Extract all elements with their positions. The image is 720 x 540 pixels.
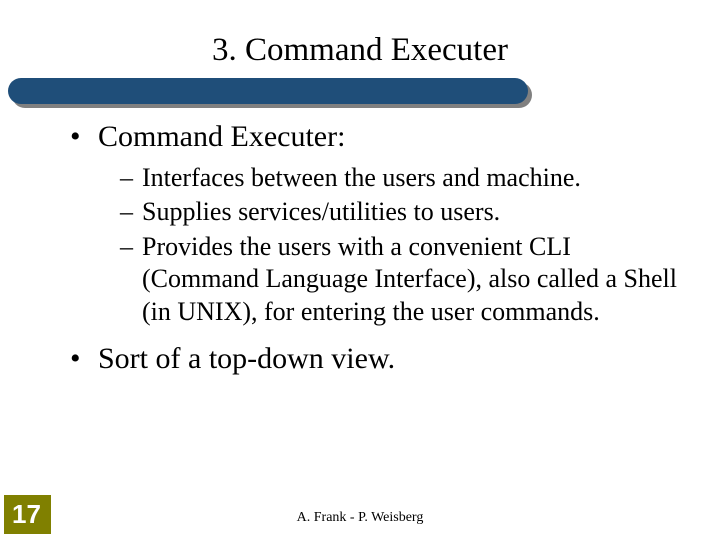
slide: 3. Command Executer • Command Executer: … xyxy=(0,0,720,540)
bullet-2-text: Sort of a top-down view. xyxy=(98,342,395,375)
bullet-dot-icon: • xyxy=(70,118,98,156)
slide-title: 3. Command Executer xyxy=(212,32,508,69)
bullet-1-sub-3: – Provides the users with a convenient C… xyxy=(120,231,680,329)
dash-icon: – xyxy=(120,162,142,195)
title-underline-bar xyxy=(8,78,528,104)
bar-main xyxy=(8,78,528,104)
dash-icon: – xyxy=(120,196,142,229)
bullet-1-sub-1-text: Interfaces between the users and machine… xyxy=(142,163,581,192)
title-area: 3. Command Executer xyxy=(0,0,720,69)
bullet-2: • Sort of a top-down view. xyxy=(70,340,680,378)
footer-author: A. Frank - P. Weisberg xyxy=(0,510,720,526)
bullet-1: • Command Executer: xyxy=(70,118,680,156)
spacer xyxy=(70,330,680,340)
bullet-1-sub-1: – Interfaces between the users and machi… xyxy=(120,162,680,195)
dash-icon: – xyxy=(120,231,142,264)
bullet-1-sub-2: – Supplies services/utilities to users. xyxy=(120,196,680,229)
content-area: • Command Executer: – Interfaces between… xyxy=(70,118,680,384)
bullet-1-text: Command Executer: xyxy=(98,120,345,153)
bullet-1-sub-3-text: Provides the users with a convenient CLI… xyxy=(142,232,677,326)
bullet-dot-icon: • xyxy=(70,340,98,378)
bullet-1-sub-2-text: Supplies services/utilities to users. xyxy=(142,197,500,226)
